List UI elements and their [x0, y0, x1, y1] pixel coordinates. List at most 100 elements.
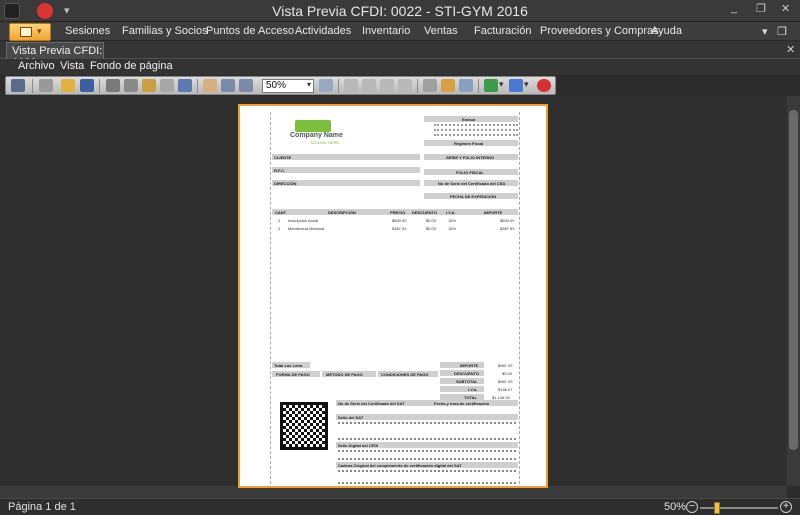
row-2-precio: $387.93: [392, 226, 407, 231]
tab-vista-previa[interactable]: Vista Previa CFDI: 0022: [6, 42, 104, 69]
preview-toolbar: 50% ▾ ▾ ▾: [5, 76, 556, 95]
row-1-importe: $600.00: [500, 218, 515, 223]
header-footer-icon[interactable]: [160, 79, 174, 92]
col-importe: IMPORTE: [484, 210, 503, 215]
total-descuento-value: $0.00: [502, 371, 513, 376]
forma-pago-label: FORMA DE PAGO: [276, 372, 310, 377]
sello-sat-label: Sello del SAT: [338, 415, 364, 420]
col-descripcion: DESCRIPCIÓN: [328, 210, 356, 215]
magnifier-icon[interactable]: [221, 79, 235, 92]
direccion-header: DIRECCIÓN: [274, 181, 297, 186]
tab-ayuda[interactable]: Ayuda: [651, 25, 682, 37]
menu-fondo-pagina[interactable]: Fondo de página: [90, 60, 173, 72]
cliente-header: CLIENTE: [274, 155, 292, 160]
page-setup-icon[interactable]: [142, 79, 156, 92]
chevron-down-icon: ▾: [37, 26, 42, 36]
col-iva: I.V.A.: [446, 210, 456, 215]
first-page-icon[interactable]: [344, 79, 358, 92]
find-icon[interactable]: [11, 79, 25, 92]
tab-ventas[interactable]: Ventas: [424, 25, 458, 37]
chevron-down-icon: ▾: [306, 80, 311, 89]
zoom-out-button[interactable]: −: [686, 501, 698, 513]
menu-archivo[interactable]: Archivo: [18, 60, 55, 72]
print-icon[interactable]: [106, 79, 120, 92]
vertical-scroll-thumb[interactable]: [789, 110, 798, 450]
zoom-label: 50%: [664, 501, 687, 513]
emisor-header: Emisor: [462, 117, 476, 122]
minimize-icon[interactable]: _: [731, 2, 737, 14]
metodo-pago-label: MÉTODO DE PAGO: [326, 372, 363, 377]
row-1-desc: Inscripción Anual: [288, 218, 319, 223]
row-2-importe: $387.93: [500, 226, 515, 231]
serie-header: SERIE Y FOLIO INTERNO: [446, 155, 495, 160]
export-icon[interactable]: [484, 79, 498, 92]
tab-facturacion[interactable]: Facturación: [474, 25, 531, 37]
window-title: Vista Previa CFDI: 0022 - STI-GYM 2016: [272, 3, 528, 19]
row-2-descuento: $0.00: [426, 226, 437, 231]
col-cant: CANT: [275, 210, 287, 215]
save-icon[interactable]: [80, 79, 94, 92]
col-precio: PRECIO: [390, 210, 406, 215]
zoom-slider-thumb[interactable]: [714, 502, 720, 514]
total-importe-label: IMPORTE: [460, 363, 479, 368]
close-tab-icon[interactable]: ✕: [786, 43, 795, 56]
tab-sesiones[interactable]: Sesiones: [65, 25, 110, 37]
title-bar: ▾ Vista Previa CFDI: 0022 - STI-GYM 2016…: [0, 0, 800, 22]
rfc-bar: [272, 167, 420, 173]
quick-print-icon[interactable]: [124, 79, 138, 92]
csd-header: No de Serie del Certificado del CSD: [438, 181, 506, 186]
zoom-in-icon[interactable]: [319, 79, 333, 92]
row-2-desc: Membresía Mensual: [288, 226, 325, 231]
ribbon-options-icon[interactable]: ▾: [762, 25, 768, 38]
col-descuento: DESCUENTO: [412, 210, 438, 215]
total-iva-value: $158.07: [498, 387, 513, 392]
total-importe-value: $987.93: [498, 363, 513, 368]
watermark-icon[interactable]: [459, 79, 473, 92]
row-1-descuento: $0.00: [426, 218, 437, 223]
zoom-slider-track[interactable]: [700, 507, 778, 509]
customize-icon[interactable]: [39, 79, 53, 92]
row-1-iva: 16%: [448, 218, 457, 223]
restore-icon[interactable]: ❐: [756, 2, 766, 15]
logo-icon: [295, 120, 331, 132]
qr-code: [280, 402, 328, 450]
tab-inventario[interactable]: Inventario: [362, 25, 410, 37]
close-icon[interactable]: ✕: [781, 2, 790, 15]
background-color-icon[interactable]: [441, 79, 455, 92]
zoom-in-button[interactable]: +: [780, 501, 792, 513]
close-preview-icon[interactable]: [537, 79, 551, 92]
hand-tool-icon[interactable]: [203, 79, 217, 92]
email-icon[interactable]: [509, 79, 523, 92]
document-tab-bar: Vista Previa CFDI: 0022 ✕: [0, 41, 800, 69]
chevron-down-icon[interactable]: ▾: [524, 79, 529, 90]
ribbon: ▾ Sesiones Familias y Socios Puntos de A…: [0, 22, 800, 41]
company-name: Company Name: [290, 132, 343, 139]
rfc-header: R.F.C.: [274, 168, 286, 173]
open-icon[interactable]: [61, 79, 75, 92]
page-indicator: Página 1 de 1: [8, 501, 76, 513]
total-descuento-label: DESCUENTO: [454, 371, 480, 376]
menu-vista[interactable]: Vista: [60, 60, 84, 72]
tab-puntos-acceso[interactable]: Puntos de Acceso: [206, 25, 294, 37]
row-2-iva: 16%: [448, 226, 457, 231]
windows-icon[interactable]: ❐: [777, 25, 787, 38]
tab-familias[interactable]: Familias y Socios: [122, 25, 208, 37]
next-page-icon[interactable]: [380, 79, 394, 92]
chevron-down-icon[interactable]: ▾: [499, 79, 504, 90]
last-page-icon[interactable]: [398, 79, 412, 92]
app-menu-button[interactable]: ▾: [9, 23, 51, 41]
scale-icon[interactable]: [178, 79, 192, 92]
sat-cert-label: No de Serie del Certificado del SAT: [338, 401, 405, 406]
zoom-out-icon[interactable]: [239, 79, 253, 92]
zoom-value: 50%: [266, 80, 287, 91]
multipage-icon[interactable]: [423, 79, 437, 92]
tab-proveedores[interactable]: Proveedores y Compras: [540, 25, 659, 37]
zoom-select[interactable]: 50% ▾: [262, 79, 314, 93]
status-bar: Página 1 de 1 50% − +: [0, 498, 800, 515]
tab-actividades[interactable]: Actividades: [295, 25, 351, 37]
app-menu-icon: [20, 27, 32, 37]
row-1-precio: $600.00: [392, 218, 407, 223]
total-iva-label: I.V.A.: [468, 387, 478, 392]
fecha-header: FECHA DE EXPEDICIÓN: [450, 194, 497, 199]
prev-page-icon[interactable]: [362, 79, 376, 92]
